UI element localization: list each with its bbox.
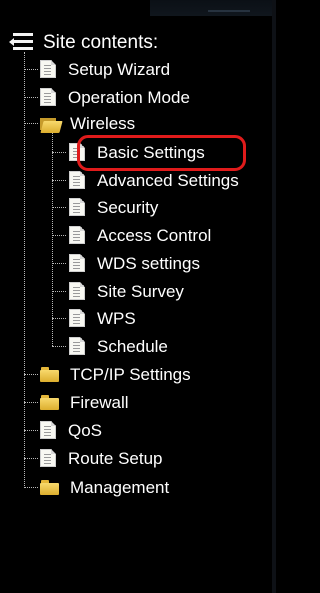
tree-item-schedule[interactable]: Schedule xyxy=(69,334,168,358)
tree-item-firewall[interactable]: Firewall xyxy=(40,390,129,414)
tree-line-qos xyxy=(24,430,38,431)
tree-line-firewall xyxy=(24,402,38,403)
tree-item-label: Site Survey xyxy=(97,281,184,301)
tree-root-label: Site contents: xyxy=(43,31,159,53)
tree-line-access-control xyxy=(52,235,66,236)
tree-item-label: Advanced Settings xyxy=(97,170,239,190)
document-icon xyxy=(40,88,56,106)
document-icon xyxy=(69,309,85,327)
tree-item-management[interactable]: Management xyxy=(40,475,169,499)
tree-item-operation-mode[interactable]: Operation Mode xyxy=(40,85,190,109)
folder-open-icon xyxy=(40,116,63,133)
tree-line-basic-settings xyxy=(52,152,66,153)
tree-line-operation-mode xyxy=(24,97,38,98)
tree-item-label: Schedule xyxy=(97,336,168,356)
tree-item-wps[interactable]: WPS xyxy=(69,306,136,330)
document-icon xyxy=(69,198,85,216)
tree-item-label: QoS xyxy=(68,420,103,440)
tree-item-wireless[interactable]: Wireless xyxy=(40,111,135,135)
tree-line-wireless xyxy=(24,123,38,124)
tree-line-management xyxy=(24,487,38,488)
selection-highlight xyxy=(77,135,246,171)
tree-item-qos[interactable]: QoS xyxy=(40,418,102,442)
document-icon xyxy=(69,282,85,300)
tree-item-wds-settings[interactable]: WDS settings xyxy=(69,251,200,275)
tree-line-wds-settings xyxy=(52,263,66,264)
tree-line-schedule xyxy=(52,346,66,347)
tree-line-route-setup xyxy=(24,458,38,459)
tree-item-access-control[interactable]: Access Control xyxy=(69,223,211,247)
folder-icon xyxy=(40,479,59,495)
tree-item-label: WDS settings xyxy=(97,253,200,273)
tree-item-label: Setup Wizard xyxy=(68,59,171,79)
tree-item-route-setup[interactable]: Route Setup xyxy=(40,446,163,470)
tree-line-security xyxy=(52,207,66,208)
tree-item-site-survey[interactable]: Site Survey xyxy=(69,279,184,303)
tree-line-root xyxy=(24,52,25,488)
document-icon xyxy=(40,421,56,439)
document-icon xyxy=(69,171,85,189)
document-icon xyxy=(69,337,85,355)
tree-item-tcpip-settings[interactable]: TCP/IP Settings xyxy=(40,362,191,386)
tree-root: Site contents: xyxy=(9,30,158,54)
tree-line-tcpip xyxy=(24,374,38,375)
tree-line-advanced-settings xyxy=(52,180,66,181)
tree-line-setup-wizard xyxy=(24,69,38,70)
document-icon xyxy=(40,449,56,467)
tree-item-label: Management xyxy=(70,477,170,497)
document-icon xyxy=(69,226,85,244)
tree-line-wireless-children xyxy=(52,132,53,346)
tree-item-label: Firewall xyxy=(70,392,129,412)
tree-line-site-survey xyxy=(52,291,66,292)
tree-item-label: Security xyxy=(97,197,159,217)
tree-line-wps xyxy=(52,318,66,319)
document-icon xyxy=(40,60,56,78)
folder-icon xyxy=(40,366,59,382)
tree-item-label: WPS xyxy=(97,308,136,328)
tree-item-label: Wireless xyxy=(70,113,136,133)
tree-item-label: TCP/IP Settings xyxy=(70,364,191,384)
tree-item-label: Access Control xyxy=(97,225,212,245)
tree-item-security[interactable]: Security xyxy=(69,195,158,219)
tree-item-setup-wizard[interactable]: Setup Wizard xyxy=(40,57,170,81)
site-contents-tree: Site contents: Setup Wizard Operation Mo… xyxy=(0,0,276,593)
document-icon xyxy=(69,254,85,272)
tree-item-advanced-settings[interactable]: Advanced Settings xyxy=(69,168,239,192)
tree-item-label: Route Setup xyxy=(68,448,163,468)
folder-icon xyxy=(40,394,59,410)
site-contents-icon xyxy=(9,30,33,54)
tree-item-label: Operation Mode xyxy=(68,87,190,107)
